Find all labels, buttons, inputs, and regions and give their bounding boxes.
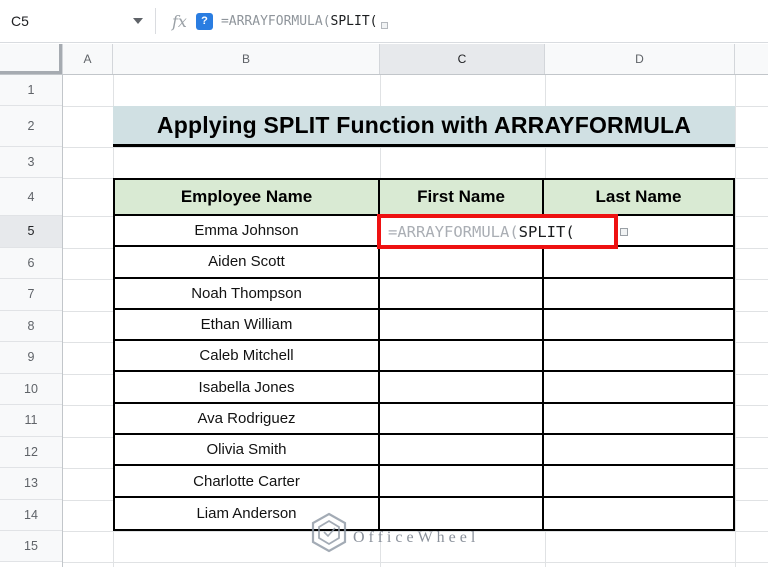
cell-employee-name[interactable]: Caleb Mitchell <box>115 341 380 373</box>
row-header-12[interactable]: 12 <box>0 436 62 468</box>
cell-employee-name[interactable]: Aiden Scott <box>115 247 380 279</box>
formula-input[interactable]: =ARRAYFORMULA( SPLIT( <box>221 14 388 29</box>
cell-formula-dim-part: =ARRAYFORMULA( <box>388 222 519 241</box>
formula-dim-part: =ARRAYFORMULA( <box>220 13 331 29</box>
cell-employee-name[interactable]: Ethan William <box>115 309 380 342</box>
cell-empty[interactable] <box>544 403 733 436</box>
column-header-e[interactable] <box>735 44 768 74</box>
gridline <box>63 147 768 148</box>
cell-empty[interactable] <box>544 341 733 373</box>
formula-bar: C5 fx ? =ARRAYFORMULA( SPLIT( <box>0 0 768 43</box>
name-box-dropdown-icon[interactable] <box>133 18 143 24</box>
gridline <box>735 75 736 567</box>
row-header-3[interactable]: 3 <box>0 147 62 178</box>
column-header-b[interactable]: B <box>113 44 380 74</box>
row-header-bar: 1 2 3 4 5 6 7 8 9 10 11 12 13 14 15 <box>0 75 63 567</box>
cell-employee-name[interactable]: Ava Rodriguez <box>115 403 380 436</box>
row-header-11[interactable]: 11 <box>0 405 62 437</box>
row-header-15[interactable]: 15 <box>0 531 62 562</box>
page-title: Applying SPLIT Function with ARRAYFORMUL… <box>156 111 692 138</box>
formula-help-icon[interactable]: ? <box>195 12 213 30</box>
select-all-corner[interactable] <box>0 44 63 74</box>
row-header-4[interactable]: 4 <box>0 178 62 216</box>
cell-empty[interactable] <box>380 403 544 436</box>
watermark-text: OfficeWheel <box>353 529 480 546</box>
active-cell-reference: C5 <box>11 13 29 29</box>
header-first-name[interactable]: First Name <box>380 180 544 216</box>
spreadsheet-app: C5 fx ? =ARRAYFORMULA( SPLIT( A B C D 1 … <box>0 0 768 567</box>
row-header-7[interactable]: 7 <box>0 279 62 311</box>
fx-icon: fx <box>172 11 187 31</box>
watermark: OfficeWheel <box>309 511 479 555</box>
cell-empty[interactable] <box>544 466 733 498</box>
cell-empty[interactable] <box>380 247 544 279</box>
column-header-a[interactable]: A <box>63 44 113 74</box>
row-header-1[interactable]: 1 <box>0 75 62 106</box>
gridline <box>63 562 768 563</box>
column-header-d[interactable]: D <box>545 44 735 74</box>
row-header-10[interactable]: 10 <box>0 373 62 405</box>
cell-employee-name[interactable]: Charlotte Carter <box>115 466 380 498</box>
row-header-5[interactable]: 5 <box>0 216 62 248</box>
row-header-2[interactable]: 2 <box>0 106 62 147</box>
cell-empty[interactable] <box>380 435 544 467</box>
cell-empty[interactable] <box>544 309 733 342</box>
column-header-bar: A B C D <box>0 44 768 75</box>
row-header-8[interactable]: 8 <box>0 310 62 342</box>
row-header-9[interactable]: 9 <box>0 342 62 374</box>
cell-empty[interactable] <box>544 372 733 404</box>
text-cursor-icon <box>380 21 388 29</box>
header-last-name[interactable]: Last Name <box>544 180 733 216</box>
column-header-c[interactable]: C <box>380 44 545 74</box>
row-header-6[interactable]: 6 <box>0 247 62 279</box>
sheet-grid[interactable]: Applying SPLIT Function with ARRAYFORMUL… <box>63 75 768 567</box>
formula-active-part: SPLIT( <box>330 13 378 29</box>
cell-employee-name[interactable]: Noah Thompson <box>115 278 380 310</box>
header-employee-name[interactable]: Employee Name <box>115 180 380 216</box>
cell-formula-active-part: SPLIT( <box>518 222 575 241</box>
title-banner-cell[interactable]: Applying SPLIT Function with ARRAYFORMUL… <box>113 106 735 147</box>
cell-employee-name[interactable]: Emma Johnson <box>115 216 380 248</box>
cell-empty[interactable] <box>544 278 733 310</box>
cell-empty[interactable] <box>380 341 544 373</box>
cell-employee-name[interactable]: Isabella Jones <box>115 372 380 404</box>
row-header-13[interactable]: 13 <box>0 468 62 500</box>
cell-empty[interactable] <box>544 247 733 279</box>
cell-employee-name[interactable]: Olivia Smith <box>115 435 380 467</box>
cell-empty[interactable] <box>544 435 733 467</box>
cell-empty[interactable] <box>380 309 544 342</box>
text-cursor-icon <box>620 228 628 236</box>
row-header-14[interactable]: 14 <box>0 499 62 531</box>
officewheel-logo-icon <box>311 512 347 553</box>
name-box[interactable]: C5 <box>0 0 155 42</box>
cell-empty[interactable] <box>380 372 544 404</box>
cell-empty[interactable] <box>544 497 733 529</box>
formula-bar-divider <box>155 8 156 34</box>
cell-empty[interactable] <box>380 466 544 498</box>
cell-editor-c5[interactable]: =ARRAYFORMULA( SPLIT( <box>377 214 618 249</box>
cell-empty[interactable] <box>380 278 544 310</box>
